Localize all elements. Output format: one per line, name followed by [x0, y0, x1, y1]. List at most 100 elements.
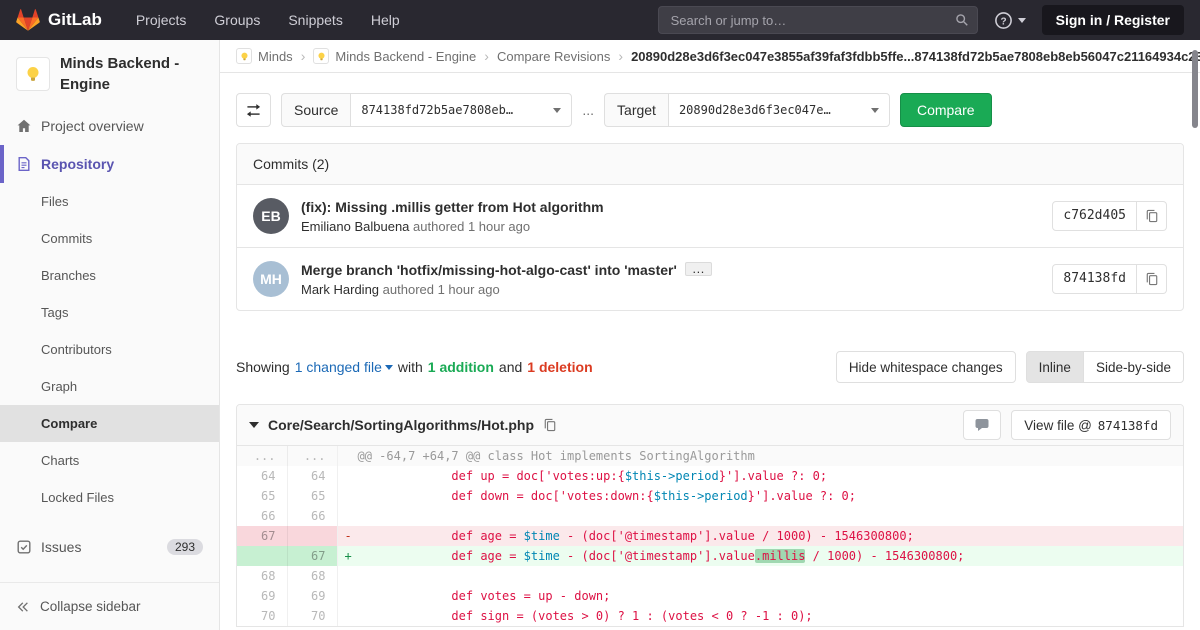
diff-new-line-number[interactable]: 69: [287, 586, 338, 606]
commit-sha[interactable]: 874138fd: [1052, 264, 1137, 294]
chevron-down-icon: [384, 364, 393, 370]
navbar-menu: Projects Groups Snippets Help: [122, 0, 414, 40]
breadcrumb-avatar-icon: [313, 48, 330, 64]
navbar-menu-item-projects[interactable]: Projects: [122, 0, 201, 40]
view-file-button[interactable]: View file @ 874138fd: [1011, 410, 1171, 440]
sidebar-item-branches[interactable]: Branches: [0, 257, 219, 294]
diff-new-line-number[interactable]: 65: [287, 486, 338, 506]
diff-line: 69 69 def votes = up - down;: [237, 586, 1183, 606]
diff-summary-bar: Showing 1 changed file with 1 addition a…: [236, 351, 1184, 383]
chevron-down-icon: [1017, 17, 1026, 23]
project-avatar: [16, 57, 50, 91]
diff-old-line-number[interactable]: 68: [237, 566, 288, 586]
diff-old-line-number[interactable]: [237, 546, 288, 566]
double-chevron-left-icon: [16, 600, 30, 614]
collapse-file-caret-icon[interactable]: [249, 422, 259, 428]
sidebar-item-issues[interactable]: Issues 293: [0, 528, 219, 566]
diff-new-line-number[interactable]: [287, 526, 338, 546]
diff-new-line-number[interactable]: 67: [287, 546, 338, 566]
compare-button[interactable]: Compare: [899, 93, 992, 127]
commit-author-link[interactable]: Emiliano Balbuena: [301, 219, 409, 234]
diff-new-line-number[interactable]: ...: [287, 446, 338, 466]
diff-new-line-number[interactable]: 64: [287, 466, 338, 486]
gitlab-logo[interactable]: GitLab: [16, 8, 102, 32]
code-token: @@ -64,7 +64,7 @@ class Hot implements S…: [357, 449, 755, 463]
navbar-menu-item-help[interactable]: Help: [357, 0, 414, 40]
avatar[interactable]: EB: [253, 198, 289, 234]
diff-old-line-number[interactable]: 66: [237, 506, 288, 526]
sidebar-item-graph[interactable]: Graph: [0, 368, 219, 405]
diff-new-line-number[interactable]: 68: [287, 566, 338, 586]
sidebar-item-label: Project overview: [41, 118, 144, 134]
sidebar-item-commits[interactable]: Commits: [0, 220, 219, 257]
diff-old-line-number[interactable]: 65: [237, 486, 288, 506]
main-content: Minds › Minds Backend - Engine › Compare Rev…: [220, 40, 1200, 630]
collapse-sidebar-label: Collapse sidebar: [40, 599, 141, 614]
sidebar-item-compare[interactable]: Compare: [0, 405, 219, 442]
swap-revisions-button[interactable]: [236, 93, 271, 127]
inline-view-button[interactable]: Inline: [1025, 351, 1084, 383]
navbar-menu-item-snippets[interactable]: Snippets: [274, 0, 356, 40]
commit-sha[interactable]: c762d405: [1052, 201, 1137, 231]
copy-sha-button[interactable]: [1137, 264, 1167, 294]
commit-title-link[interactable]: (fix): Missing .millis getter from Hot a…: [301, 199, 604, 215]
diff-old-line-number[interactable]: 69: [237, 586, 288, 606]
sidebar-item-charts[interactable]: Charts: [0, 442, 219, 479]
source-ref-group: Source 874138fd72b5ae7808eb…: [281, 93, 573, 127]
sidebar-item-label: Repository: [41, 156, 115, 172]
sidebar-item-files[interactable]: Files: [0, 183, 219, 220]
commit-author-link[interactable]: Mark Harding: [301, 282, 379, 297]
copy-sha-button[interactable]: [1137, 201, 1167, 231]
sidebar-item-tags[interactable]: Tags: [0, 294, 219, 331]
search-icon[interactable]: [955, 13, 969, 27]
diff-line: 68 68: [237, 566, 1183, 586]
additions-count: 1 addition: [427, 359, 494, 375]
avatar[interactable]: MH: [253, 261, 289, 297]
diff-old-line-number[interactable]: ...: [237, 446, 288, 466]
diff-line: 70 70 def sign = (votes > 0) ? 1 : (votes…: [237, 606, 1183, 626]
sidebar-item-repository[interactable]: Repository: [0, 145, 219, 183]
diff-code-cell: + def age = $time - (doc['@timestamp'].v…: [337, 546, 1183, 566]
breadcrumb-link[interactable]: Minds Backend - Engine: [313, 48, 476, 64]
commit-title-link[interactable]: Merge branch 'hotfix/missing-hot-algo-ca…: [301, 262, 677, 278]
diff-new-line-number[interactable]: 66: [287, 506, 338, 526]
copy-file-path-icon[interactable]: [543, 418, 557, 432]
collapse-sidebar-button[interactable]: Collapse sidebar: [0, 582, 219, 630]
diff-old-line-number[interactable]: 64: [237, 466, 288, 486]
deletions-count: 1 deletion: [527, 359, 593, 375]
diff-old-line-number[interactable]: 67: [237, 526, 288, 546]
target-label: Target: [604, 93, 668, 127]
comment-button[interactable]: [963, 410, 1002, 440]
sign-in-button[interactable]: Sign in / Register: [1041, 5, 1184, 35]
diff-old-line-number[interactable]: 70: [237, 606, 288, 626]
diff-line: 66 66: [237, 506, 1183, 526]
side-by-side-view-button[interactable]: Side-by-side: [1082, 351, 1184, 383]
breadcrumb-link[interactable]: Minds: [236, 48, 293, 64]
svg-text:?: ?: [1000, 16, 1006, 27]
sidebar-nav: Project overview Repository Files Commits…: [0, 107, 219, 566]
search-input[interactable]: [657, 6, 978, 34]
target-ref-dropdown[interactable]: 20890d28e3d6f3ec047e…: [667, 93, 890, 127]
sidebar-item-project-overview[interactable]: Project overview: [0, 107, 219, 145]
changed-files-label: 1 changed file: [294, 359, 382, 375]
code-token: def sign = (votes > 0) ? 1 : (votes < 0 …: [357, 609, 813, 623]
hide-whitespace-button[interactable]: Hide whitespace changes: [835, 351, 1016, 383]
diff-new-line-number[interactable]: 70: [287, 606, 338, 626]
compare-separator: ...: [582, 102, 595, 118]
changed-files-dropdown[interactable]: 1 changed file: [295, 359, 393, 375]
source-ref-dropdown[interactable]: 874138fd72b5ae7808eb…: [350, 93, 573, 127]
navbar-right: ? Sign in / Register: [657, 5, 1184, 35]
sidebar-item-contributors[interactable]: Contributors: [0, 331, 219, 368]
sidebar-item-locked-files[interactable]: Locked Files: [0, 479, 219, 516]
sidebar-project-header[interactable]: Minds Backend - Engine: [0, 40, 219, 107]
help-menu[interactable]: ?: [994, 11, 1026, 30]
file-path[interactable]: Core/Search/SortingAlgorithms/Hot.php: [268, 417, 534, 433]
commit-meta: Emiliano Balbuena authored 1 hour ago: [301, 219, 1040, 234]
page-layout: Minds Backend - Engine Project overview …: [0, 40, 1200, 630]
navbar-left: GitLab Projects Groups Snippets Help: [16, 0, 414, 40]
breadcrumb-link[interactable]: Compare Revisions: [497, 49, 610, 64]
navbar-menu-item-groups[interactable]: Groups: [200, 0, 274, 40]
diff-line: 67 - def age = $time - (doc['@timestamp']…: [237, 526, 1183, 546]
page-scrollbar-thumb[interactable]: [1192, 50, 1198, 128]
commit-message-expander[interactable]: …: [684, 261, 712, 276]
